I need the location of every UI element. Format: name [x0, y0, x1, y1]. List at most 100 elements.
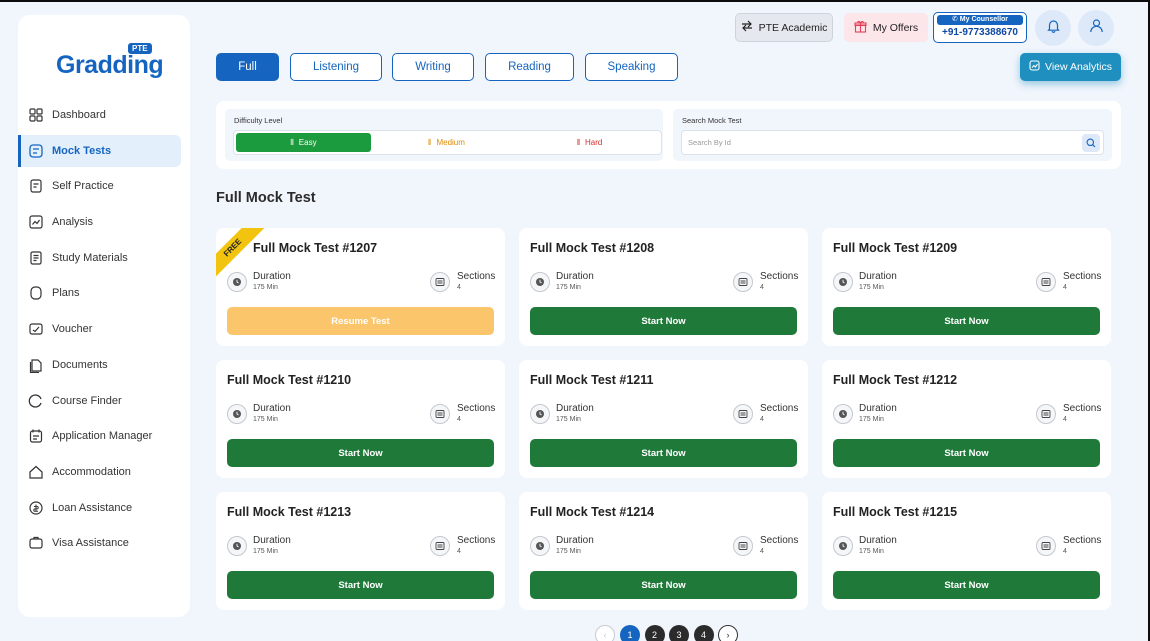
start-now-button[interactable]: Start Now — [227, 439, 494, 467]
analytics-label: View Analytics — [1045, 61, 1112, 73]
sidebar-item-application-manager[interactable]: Application Manager — [18, 420, 181, 452]
sidebar-item-mock-tests[interactable]: Mock Tests — [18, 134, 181, 167]
start-now-button[interactable]: Start Now — [530, 571, 797, 599]
analytics-icon — [1029, 60, 1045, 74]
clock-icon — [227, 536, 247, 556]
difficulty-medium[interactable]: ⫴ Medium — [379, 133, 514, 152]
brand-logo[interactable]: Gradding PTE — [56, 43, 164, 79]
my-offers-button[interactable]: My Offers — [844, 13, 928, 42]
sidebar-item-plans[interactable]: Plans — [18, 277, 181, 309]
mock-test-card: Full Mock Test #1214 Duration 175 Min Secti… — [519, 492, 808, 610]
tab-full[interactable]: Full — [216, 53, 279, 81]
view-analytics-button[interactable]: View Analytics — [1020, 53, 1121, 81]
practice-icon — [28, 178, 44, 194]
tab-writing[interactable]: Writing — [392, 53, 474, 81]
sections-value: 4 — [1063, 416, 1067, 423]
sidebar-item-label: Plans — [52, 287, 80, 300]
phone-icon: ✆ — [951, 16, 960, 23]
duration-value: 175 Min — [253, 548, 278, 555]
page-3-button[interactable]: 3 — [669, 625, 689, 641]
start-now-button[interactable]: Start Now — [227, 571, 494, 599]
gift-icon — [854, 20, 873, 36]
difficulty-easy[interactable]: ⫴ Easy — [236, 133, 371, 152]
clock-icon — [530, 404, 550, 424]
sections-label: Sections — [1063, 271, 1102, 282]
card-title: Full Mock Test #1207 — [253, 241, 378, 255]
sidebar-item-label: Visa Assistance — [52, 537, 129, 550]
page-4-button[interactable]: 4 — [693, 625, 714, 641]
start-now-button[interactable]: Start Now — [833, 571, 1100, 599]
counsellor-phone: +91-9773388670 — [942, 27, 1018, 38]
sidebar-nav: Dashboard Mock Tests Self Practice Analysis… — [18, 99, 190, 563]
sidebar-item-analysis[interactable]: Analysis — [18, 206, 181, 238]
prev-page-button[interactable]: ‹ — [595, 625, 615, 641]
tab-reading[interactable]: Reading — [485, 53, 574, 81]
tab-listening[interactable]: Listening — [290, 53, 382, 81]
start-now-button[interactable]: Start Now — [530, 439, 797, 467]
sidebar-item-voucher[interactable]: Voucher — [18, 313, 181, 345]
start-now-button[interactable]: Start Now — [833, 307, 1100, 335]
home-icon — [28, 464, 44, 480]
user-icon — [1089, 18, 1104, 38]
clock-icon — [833, 272, 853, 292]
card-title: Full Mock Test #1214 — [530, 505, 655, 519]
mock-test-card: Full Mock Test #1215 Duration 175 Min Secti… — [822, 492, 1111, 610]
difficulty-option-label: Medium — [436, 138, 465, 147]
search-input[interactable] — [688, 135, 1068, 150]
documents-icon — [28, 357, 44, 373]
profile-button[interactable] — [1078, 10, 1114, 46]
sections-icon — [430, 272, 450, 292]
sidebar-item-label: Course Finder — [52, 394, 122, 407]
card-title: Full Mock Test #1209 — [833, 241, 958, 255]
sidebar-item-study-materials[interactable]: Study Materials — [18, 242, 181, 274]
search-filter: Search Mock Test — [673, 109, 1112, 161]
page-2-button[interactable]: 2 — [644, 625, 665, 641]
next-page-button[interactable]: › — [718, 625, 738, 641]
sections-label: Sections — [457, 403, 496, 414]
sidebar-item-self-practice[interactable]: Self Practice — [18, 170, 181, 202]
sidebar-item-label: Mock Tests — [52, 144, 112, 157]
sidebar-item-dashboard[interactable]: Dashboard — [18, 99, 181, 131]
counsellor-contact[interactable]: ✆ My Counsellor +91-9773388670 — [933, 12, 1027, 43]
sidebar-item-label: Analysis — [52, 216, 93, 229]
duration-value: 175 Min — [556, 284, 581, 291]
bell-icon — [1046, 18, 1061, 38]
exam-selector[interactable]: PTE Academic — [735, 13, 833, 42]
sidebar-item-visa-assistance[interactable]: Visa Assistance — [18, 527, 181, 559]
visa-icon — [28, 535, 44, 551]
start-now-button[interactable]: Start Now — [833, 439, 1100, 467]
card-title: Full Mock Test #1215 — [833, 505, 958, 519]
search-button[interactable] — [1082, 134, 1100, 152]
exchange-icon — [741, 20, 759, 35]
clock-icon — [530, 536, 550, 556]
duration-value: 175 Min — [859, 548, 884, 555]
medium-icon: ⫴ — [428, 137, 432, 147]
sections-icon — [733, 404, 753, 424]
duration-label: Duration — [859, 271, 897, 282]
duration-label: Duration — [253, 535, 291, 546]
sidebar-item-documents[interactable]: Documents — [18, 349, 181, 381]
sidebar-item-loan-assistance[interactable]: Loan Assistance — [18, 492, 181, 524]
book-icon — [28, 250, 44, 266]
start-now-button[interactable]: Start Now — [530, 307, 797, 335]
difficulty-filter: Difficulty Level ⫴ Easy ⫴ Medium ⫴ Hard — [225, 109, 663, 161]
sidebar-item-accommodation[interactable]: Accommodation — [18, 456, 181, 488]
counsellor-label: ✆ My Counsellor — [937, 15, 1023, 25]
card-title: Full Mock Test #1210 — [227, 373, 352, 387]
sidebar-item-label: Voucher — [52, 323, 93, 336]
sections-label: Sections — [457, 535, 496, 546]
notifications-button[interactable] — [1035, 10, 1071, 46]
difficulty-option-label: Easy — [298, 138, 317, 147]
difficulty-option-label: Hard — [585, 138, 603, 147]
difficulty-hard[interactable]: ⫴ Hard — [522, 133, 657, 152]
sections-icon — [430, 536, 450, 556]
search-icon — [1086, 138, 1096, 148]
tab-speaking[interactable]: Speaking — [585, 53, 678, 81]
page-1-button[interactable]: 1 — [620, 625, 640, 641]
sidebar: Gradding PTE Dashboard Mock Tests Self Pra… — [18, 15, 190, 617]
sections-label: Sections — [1063, 403, 1102, 414]
resume-test-button[interactable]: Resume Test — [227, 307, 494, 335]
sections-label: Sections — [1063, 535, 1102, 546]
search-label: Search Mock Test — [682, 116, 742, 125]
sidebar-item-course-finder[interactable]: Course Finder — [18, 385, 181, 417]
